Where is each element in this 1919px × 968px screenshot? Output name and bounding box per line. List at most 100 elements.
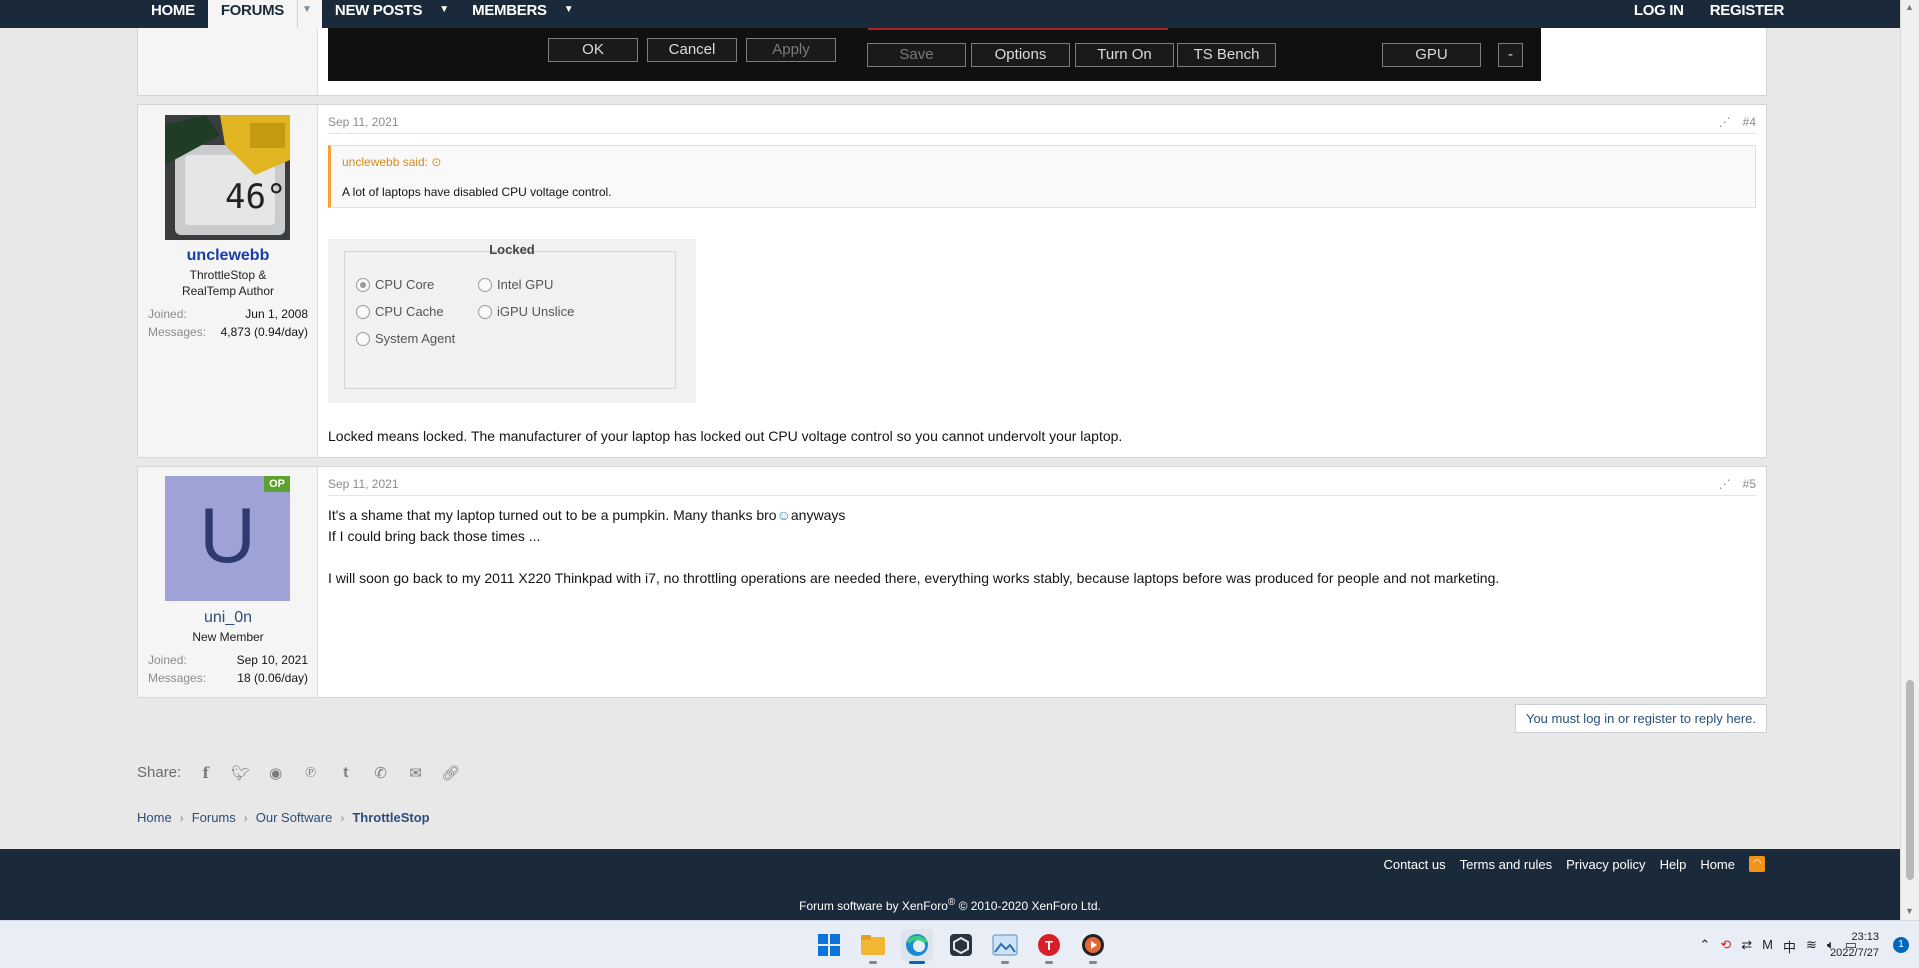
media-player-icon[interactable] — [1077, 929, 1109, 964]
scroll-up-icon[interactable]: ▲ — [1905, 2, 1914, 12]
post-4: 46° unclewebb ThrottleStop & RealTemp Au… — [137, 104, 1767, 458]
copyright-text[interactable]: © 2010-2020 XenForo Ltd. — [955, 899, 1101, 913]
footer-contact-us[interactable]: Contact us — [1383, 857, 1445, 872]
option-intel-gpu: Intel GPU — [478, 277, 553, 292]
facebook-icon[interactable]: f — [195, 762, 216, 783]
joined-value: Sep 10, 2021 — [236, 653, 308, 667]
post-5-line-1: It's a shame that my laptop turned out t… — [328, 505, 845, 526]
vertical-scrollbar[interactable]: ▲ ▼ — [1900, 0, 1919, 920]
copyright-text[interactable]: Forum software by XenForo — [799, 899, 948, 913]
screenshot-red-bar — [868, 28, 1168, 30]
forums-dropdown-icon[interactable]: ▼ — [297, 0, 322, 28]
quote-header[interactable]: unclewebb said: ⊙ — [342, 155, 441, 169]
breadcrumb-home[interactable]: Home — [137, 810, 172, 825]
taskbar-clock[interactable]: 23:13 2022/7/27 — [1830, 929, 1879, 961]
twitter-icon[interactable]: 🐦︎ — [230, 762, 251, 783]
post-4-body: Locked means locked. The manufacturer of… — [328, 428, 1123, 444]
whatsapp-icon[interactable]: ✆ — [370, 762, 391, 783]
running-indicator — [1045, 961, 1053, 964]
quote-block: unclewebb said: ⊙ A lot of laptops have … — [328, 145, 1756, 208]
reddit-icon[interactable]: ◉ — [265, 762, 286, 783]
footer-privacy[interactable]: Privacy policy — [1566, 857, 1645, 872]
radio-icon — [356, 331, 370, 346]
meta-divider — [328, 495, 1756, 496]
quote-author: unclewebb said: — [342, 155, 429, 169]
members-dropdown-icon[interactable]: ▼ — [560, 0, 584, 28]
app-cube-icon[interactable] — [945, 929, 977, 961]
nav-members[interactable]: MEMBERS — [459, 0, 560, 28]
link-icon[interactable]: 🔗︎ — [440, 762, 461, 783]
active-indicator — [909, 961, 925, 964]
op-badge: OP — [264, 476, 290, 492]
scroll-down-icon[interactable]: ▼ — [1905, 906, 1914, 916]
new-posts-dropdown-icon[interactable]: ▼ — [435, 0, 459, 28]
breadcrumb-forums[interactable]: Forums — [192, 810, 236, 825]
footer-terms[interactable]: Terms and rules — [1460, 857, 1552, 872]
nav-log-in[interactable]: LOG IN — [1621, 0, 1697, 28]
avatar-temperature-text: 46° — [225, 177, 287, 217]
ime-language-indicator[interactable]: 中 — [1783, 937, 1796, 956]
footer-home[interactable]: Home — [1700, 857, 1735, 872]
post-date[interactable]: Sep 11, 2021 — [328, 115, 399, 129]
messages-value: 18 (0.06/day) — [237, 671, 308, 685]
pinterest-icon[interactable]: ℗ — [300, 762, 321, 783]
post-5-line-2: If I could bring back those times ... — [328, 528, 541, 544]
chevron-up-icon[interactable]: ⌃ — [1699, 937, 1710, 956]
tumblr-icon[interactable]: t — [335, 762, 356, 783]
windows-start-icon[interactable] — [813, 929, 845, 961]
scrollbar-thumb[interactable] — [1906, 680, 1914, 880]
post-actions: ⋰ #4 — [1719, 115, 1756, 129]
post-date[interactable]: Sep 11, 2021 — [328, 477, 399, 491]
option-label: Intel GPU — [497, 277, 554, 292]
username-uni-0n[interactable]: uni_0n — [138, 609, 318, 627]
wifi-icon[interactable]: ≋ — [1806, 937, 1817, 956]
post-4-content: Sep 11, 2021 ⋰ #4 unclewebb said: ⊙ A lo… — [319, 105, 1766, 457]
ts-ok-button: OK — [548, 38, 638, 62]
share-icon[interactable]: ⋰ — [1719, 477, 1731, 491]
footer-help[interactable]: Help — [1660, 857, 1687, 872]
quote-jump-icon[interactable]: ⊙ — [431, 155, 441, 169]
ime-mode-icon[interactable]: M — [1762, 937, 1773, 956]
settings-sliders-icon[interactable]: ⇄ — [1741, 937, 1752, 956]
image-viewer-icon[interactable] — [989, 929, 1021, 964]
locked-fieldset — [344, 251, 676, 389]
messages-value: 4,873 (0.94/day) — [220, 325, 308, 339]
security-app-icon[interactable]: ⟲ — [1720, 937, 1731, 956]
option-cpu-core: CPU Core — [356, 277, 434, 292]
notification-badge[interactable]: 1 — [1893, 937, 1909, 953]
radio-icon — [478, 304, 492, 319]
post-number[interactable]: #4 — [1743, 115, 1756, 129]
username-unclewebb[interactable]: unclewebb — [138, 247, 318, 265]
nav-new-posts[interactable]: NEW POSTS — [322, 0, 435, 28]
running-indicator — [1089, 961, 1097, 964]
throttlestop-icon[interactable]: T — [1033, 929, 1065, 964]
rss-icon[interactable]: ◠ — [1749, 856, 1765, 872]
nav-forums[interactable]: FORUMS — [207, 0, 298, 28]
breadcrumb-our-software[interactable]: Our Software — [256, 810, 333, 825]
radio-icon — [356, 277, 370, 292]
option-label: CPU Core — [375, 277, 435, 292]
avatar-letter: U — [199, 491, 256, 579]
ts-minus-button: - — [1498, 43, 1523, 67]
joined-stat: Joined: Jun 1, 2008 — [148, 307, 308, 321]
post-text: It's a shame that my laptop turned out t… — [328, 507, 777, 523]
edge-browser-icon[interactable] — [901, 929, 933, 964]
email-icon[interactable]: ✉ — [405, 762, 426, 783]
breadcrumb: Home › Forums › Our Software › ThrottleS… — [137, 810, 430, 825]
nav-home[interactable]: HOME — [138, 0, 208, 28]
radio-icon — [356, 304, 370, 319]
breadcrumb-throttlestop[interactable]: ThrottleStop — [352, 810, 429, 825]
clock-time: 23:13 — [1851, 931, 1879, 943]
joined-label: Joined: — [148, 653, 187, 667]
user-title: ThrottleStop & RealTemp Author — [181, 268, 275, 298]
login-to-reply-link[interactable]: You must log in or register to reply her… — [1514, 704, 1767, 733]
footer-links: Contact us Terms and rules Privacy polic… — [1383, 856, 1765, 872]
chevron-right-icon: › — [340, 810, 345, 825]
file-explorer-icon[interactable] — [857, 929, 889, 964]
post-number[interactable]: #5 — [1743, 477, 1756, 491]
share-icon[interactable]: ⋰ — [1719, 115, 1731, 129]
avatar-unclewebb[interactable]: 46° — [165, 115, 290, 240]
footer-copyright: Forum software by XenForo® © 2010-2020 X… — [0, 897, 1900, 913]
nav-register[interactable]: REGISTER — [1697, 0, 1797, 28]
avatar-uni-0n[interactable]: U OP — [165, 476, 290, 601]
